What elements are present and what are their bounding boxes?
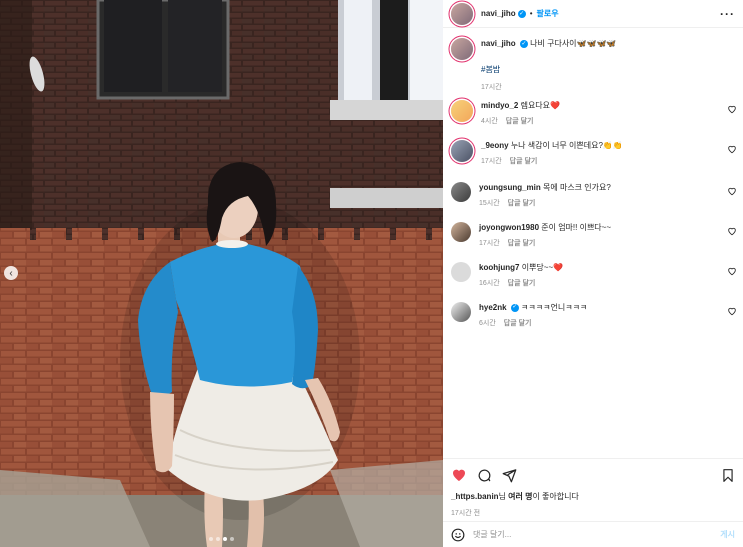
commenter-avatar[interactable] bbox=[451, 222, 471, 242]
post-header: navi_jiho ✓ • 팔로우 ··· bbox=[443, 0, 743, 28]
comment-item: mindyo_2 렙요다요❤️ 4시간 답글 달기 bbox=[451, 100, 741, 127]
author-avatar[interactable] bbox=[451, 2, 473, 25]
comment-item: koohjung7 이뿌당~~❤️ 16시간 답글 달기 bbox=[451, 262, 741, 289]
comment-text: 목에 마스크 인가요? bbox=[543, 183, 611, 192]
liked-heart-icon[interactable] bbox=[451, 467, 467, 483]
comment-username[interactable]: youngsung_min bbox=[479, 183, 541, 192]
likes-summary: _https.banin님 여러 명이 좋아합니다 bbox=[451, 491, 735, 502]
like-comment-heart-icon[interactable] bbox=[727, 186, 737, 196]
likes-end-text: 이 좋아합니다 bbox=[532, 492, 579, 501]
carousel-dot bbox=[216, 537, 220, 541]
save-bookmark-icon[interactable] bbox=[721, 468, 735, 483]
carousel-dot-active bbox=[223, 537, 227, 541]
comment-item: hye2nk ✓ ㅋㅋㅋㅋ언니ㅋㅋㅋ 6시간 답글 달기 bbox=[451, 302, 741, 329]
post-comment-button[interactable]: 게시 bbox=[720, 529, 735, 540]
hashtag-link[interactable]: #봄밤 bbox=[481, 64, 616, 76]
reply-button[interactable]: 답글 달기 bbox=[508, 238, 536, 249]
commenter-avatar[interactable] bbox=[451, 262, 471, 282]
follow-button[interactable]: 팔로우 bbox=[537, 8, 559, 19]
add-comment-bar: 게시 bbox=[443, 521, 743, 547]
chevron-left-icon: ‹ bbox=[9, 267, 13, 279]
verified-badge-icon: ✓ bbox=[517, 9, 526, 18]
like-comment-heart-icon[interactable] bbox=[727, 266, 737, 276]
author-username[interactable]: navi_jiho bbox=[481, 9, 516, 18]
comment-icon[interactable] bbox=[477, 468, 492, 483]
verified-badge-icon: ✓ bbox=[519, 39, 528, 48]
comment-time: 17시간 bbox=[481, 158, 502, 165]
comment-username[interactable]: hye2nk bbox=[479, 303, 507, 312]
separator-dot: • bbox=[529, 9, 533, 18]
comment-item: youngsung_min 목에 마스크 인가요? 15시간 답글 달기 bbox=[451, 182, 741, 209]
comment-time: 6시간 bbox=[479, 320, 496, 327]
share-icon[interactable] bbox=[502, 468, 517, 483]
likes-others-link[interactable]: 여러 명 bbox=[508, 492, 532, 501]
photo-illustration bbox=[0, 0, 443, 547]
more-options-icon[interactable]: ··· bbox=[720, 7, 735, 21]
post-timestamp: 17시간 전 bbox=[451, 510, 481, 517]
carousel-dot bbox=[209, 537, 213, 541]
commenter-avatar[interactable] bbox=[451, 182, 471, 202]
comment-text: 누나 색감이 너무 이쁜데요?👏👏 bbox=[510, 141, 623, 150]
verified-badge-icon: ✓ bbox=[510, 303, 519, 312]
caption-time: 17시간 bbox=[481, 84, 502, 91]
post-details-panel: navi_jiho ✓ • 팔로우 ··· navi_jiho ✓ 나비 구다사… bbox=[443, 0, 743, 547]
carousel-dot bbox=[230, 537, 234, 541]
like-comment-heart-icon[interactable] bbox=[727, 306, 737, 316]
comment-username[interactable]: koohjung7 bbox=[479, 263, 519, 272]
like-comment-heart-icon[interactable] bbox=[727, 104, 737, 114]
comment-time: 15시간 bbox=[479, 200, 500, 207]
commenter-avatar[interactable] bbox=[451, 100, 473, 122]
comment-time: 16시간 bbox=[479, 280, 500, 287]
comment-username[interactable]: joyongwon1980 bbox=[479, 223, 539, 232]
comment-text: ㅋㅋㅋㅋ언니ㅋㅋㅋ bbox=[521, 303, 588, 312]
comment-time: 17시간 bbox=[479, 240, 500, 247]
caption-avatar[interactable] bbox=[451, 38, 473, 60]
comment-text: 렙요다요❤️ bbox=[520, 101, 560, 110]
reply-button[interactable]: 답글 달기 bbox=[510, 156, 538, 167]
emoji-icon[interactable] bbox=[451, 528, 465, 542]
post-photo[interactable]: ‹ bbox=[0, 0, 443, 547]
commenter-avatar[interactable] bbox=[451, 302, 471, 322]
comment-item: joyongwon1980 준이 엄마!! 이쁘다~~ 17시간 답글 달기 bbox=[451, 222, 741, 249]
caption-username[interactable]: navi_jiho bbox=[481, 39, 516, 48]
post-caption: navi_jiho ✓ 나비 구다사이🦋🦋🦋🦋 #봄밤 17시간 bbox=[451, 38, 735, 94]
caption-text: 나비 구다사이🦋🦋🦋🦋 bbox=[530, 39, 617, 48]
comment-text: 이뿌당~~❤️ bbox=[521, 263, 564, 272]
previous-photo-button[interactable]: ‹ bbox=[4, 266, 18, 280]
comment-item: _9eony 누나 색감이 너무 이쁜데요?👏👏 17시간 답글 달기 bbox=[451, 140, 741, 167]
comment-input[interactable] bbox=[473, 530, 721, 539]
comment-username[interactable]: _9eony bbox=[481, 141, 509, 150]
reply-button[interactable]: 답글 달기 bbox=[508, 198, 536, 209]
like-comment-heart-icon[interactable] bbox=[727, 144, 737, 154]
liked-by-username[interactable]: _https.banin bbox=[451, 492, 499, 501]
carousel-indicator bbox=[0, 537, 443, 541]
post-actions: _https.banin님 여러 명이 좋아합니다 17시간 전 bbox=[443, 458, 743, 518]
reply-button[interactable]: 답글 달기 bbox=[508, 278, 536, 289]
comment-text: 준이 엄마!! 이쁘다~~ bbox=[541, 223, 612, 232]
reply-button[interactable]: 답글 달기 bbox=[504, 318, 532, 329]
likes-suffix: 님 bbox=[498, 492, 509, 501]
commenter-avatar[interactable] bbox=[451, 140, 473, 162]
comment-time: 4시간 bbox=[481, 118, 498, 125]
comment-username[interactable]: mindyo_2 bbox=[481, 101, 518, 110]
reply-button[interactable]: 답글 달기 bbox=[506, 116, 534, 127]
like-comment-heart-icon[interactable] bbox=[727, 226, 737, 236]
